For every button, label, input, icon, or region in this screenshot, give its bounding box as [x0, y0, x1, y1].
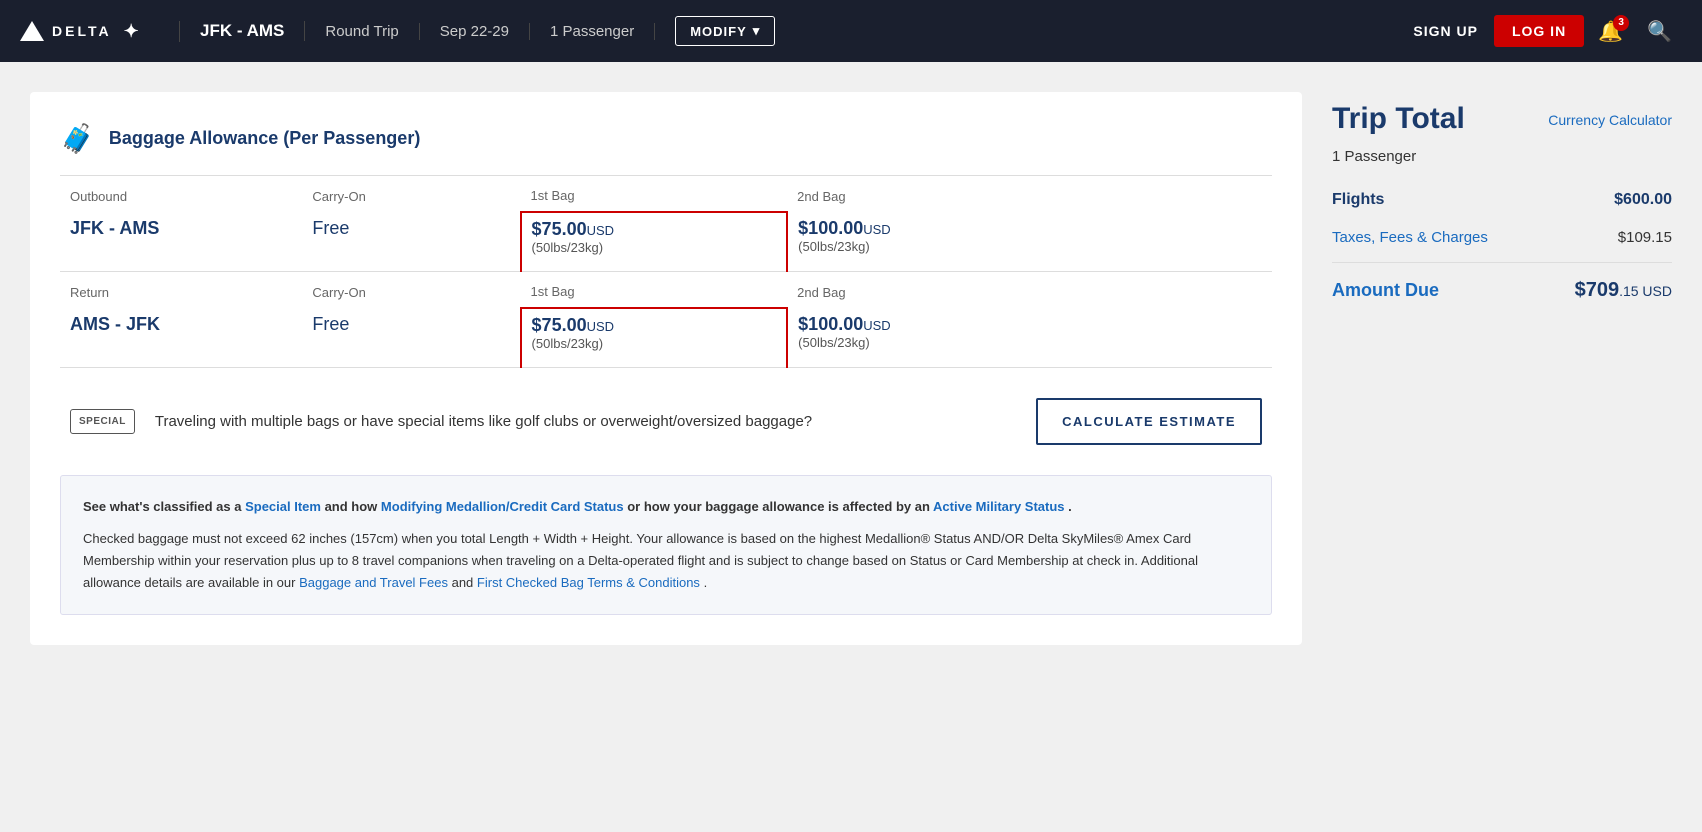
return-firstbag-label: 1st Bag: [521, 272, 788, 309]
header-trip-type: Round Trip: [305, 23, 419, 40]
info-disclaimer: Checked baggage must not exceed 62 inche…: [83, 528, 1249, 594]
calculate-estimate-button[interactable]: CALCULATE ESTIMATE: [1036, 398, 1262, 445]
return-firstbag-price: $75.00USD: [532, 315, 777, 336]
return-secondbag-weight: (50lbs/23kg): [798, 335, 1044, 350]
outbound-firstbag-price: $75.00USD: [532, 219, 777, 240]
return-secondbag-label: 2nd Bag: [787, 272, 1054, 309]
return-label: Return: [60, 272, 302, 309]
return-data-row: AMS - JFK Free $75.00USD (50lbs/23kg) $1…: [60, 308, 1272, 368]
medallion-link[interactable]: Modifying Medallion/Credit Card Status: [381, 499, 624, 514]
delta-logo: DELTA ✦: [20, 21, 180, 42]
delta-star-icon: ✦: [124, 21, 142, 42]
return-secondbag-cell: $100.00USD (50lbs/23kg): [787, 308, 1054, 368]
outbound-secondbag-label: 2nd Bag: [787, 176, 1054, 213]
delta-triangle-icon: [20, 21, 44, 41]
special-baggage-section: SPECIAL Traveling with multiple bags or …: [60, 368, 1272, 465]
modify-label: MODIFY: [690, 24, 747, 39]
info-first-paragraph: See what's classified as a Special Item …: [83, 496, 1249, 518]
outbound-secondbag-price: $100.00USD: [798, 218, 1044, 239]
outbound-secondbag-cell: $100.00USD (50lbs/23kg): [787, 212, 1054, 272]
header-passengers: 1 Passenger: [530, 23, 655, 40]
main-content: 🧳 Baggage Allowance (Per Passenger) Outb…: [0, 62, 1702, 675]
outbound-label: Outbound: [60, 176, 302, 213]
info-bold-start: See what's classified as a Special Item …: [83, 499, 1072, 514]
special-baggage-icon: SPECIAL: [70, 409, 135, 434]
info-box: See what's classified as a Special Item …: [60, 475, 1272, 615]
return-secondbag-price: $100.00USD: [798, 314, 1044, 335]
delta-logo-text: DELTA: [52, 23, 112, 39]
baggage-table: Outbound Carry-On 1st Bag 2nd Bag JFK - …: [60, 175, 1272, 368]
outbound-firstbag-weight: (50lbs/23kg): [532, 240, 777, 255]
trip-total-title: Trip Total: [1332, 102, 1465, 136]
baggage-fees-link[interactable]: Baggage and Travel Fees: [299, 575, 448, 590]
amount-due-value: $709.15 USD: [1575, 279, 1672, 302]
modify-chevron-icon: ▾: [753, 23, 761, 39]
return-header-row: Return Carry-On 1st Bag 2nd Bag: [60, 272, 1272, 309]
special-item-link[interactable]: Special Item: [245, 499, 321, 514]
taxes-line: Taxes, Fees & Charges $109.15: [1332, 219, 1672, 256]
return-firstbag-cell: $75.00USD (50lbs/23kg): [521, 308, 788, 368]
trip-divider: [1332, 262, 1672, 263]
signup-button[interactable]: SIGN UP: [1397, 23, 1494, 39]
military-link[interactable]: Active Military Status: [933, 499, 1065, 514]
baggage-header: 🧳 Baggage Allowance (Per Passenger): [60, 122, 1272, 155]
baggage-title: Baggage Allowance (Per Passenger): [109, 128, 420, 149]
header-dates: Sep 22-29: [420, 23, 530, 40]
search-button[interactable]: 🔍: [1637, 19, 1682, 44]
outbound-route: JFK - AMS: [70, 218, 159, 238]
notifications-button[interactable]: 🔔 3: [1584, 19, 1637, 44]
outbound-carryon-label: Carry-On: [302, 176, 520, 213]
outbound-secondbag-weight: (50lbs/23kg): [798, 239, 1044, 254]
taxes-label: Taxes, Fees & Charges: [1332, 229, 1488, 246]
trip-total-panel: Trip Total Currency Calculator 1 Passeng…: [1332, 92, 1672, 645]
baggage-panel: 🧳 Baggage Allowance (Per Passenger) Outb…: [30, 92, 1302, 645]
login-button[interactable]: LOG IN: [1494, 15, 1584, 47]
outbound-firstbag-label: 1st Bag: [521, 176, 788, 213]
special-baggage-text: Traveling with multiple bags or have spe…: [155, 413, 1016, 430]
outbound-header-row: Outbound Carry-On 1st Bag 2nd Bag: [60, 176, 1272, 213]
amount-due-label: Amount Due: [1332, 280, 1439, 301]
outbound-firstbag-cell: $75.00USD (50lbs/23kg): [521, 212, 788, 272]
notification-badge: 3: [1613, 15, 1629, 31]
return-carryon-value: Free: [312, 314, 349, 334]
main-header: DELTA ✦ JFK - AMS Round Trip Sep 22-29 1…: [0, 0, 1702, 62]
flights-label: Flights: [1332, 191, 1384, 209]
passenger-count: 1 Passenger: [1332, 148, 1672, 165]
amount-due-line: Amount Due $709.15 USD: [1332, 269, 1672, 312]
header-route: JFK - AMS: [180, 21, 305, 41]
outbound-data-row: JFK - AMS Free $75.00USD (50lbs/23kg) $1…: [60, 212, 1272, 272]
flights-line: Flights $600.00: [1332, 181, 1672, 219]
return-firstbag-weight: (50lbs/23kg): [532, 336, 777, 351]
modify-button[interactable]: MODIFY ▾: [675, 16, 775, 46]
first-bag-terms-link[interactable]: First Checked Bag Terms & Conditions: [477, 575, 700, 590]
search-icon: 🔍: [1647, 21, 1672, 43]
currency-calculator-link[interactable]: Currency Calculator: [1548, 112, 1672, 128]
taxes-amount: $109.15: [1618, 229, 1672, 246]
luggage-icon: 🧳: [60, 122, 95, 155]
outbound-carryon-value: Free: [312, 218, 349, 238]
return-carryon-label: Carry-On: [302, 272, 520, 309]
return-route: AMS - JFK: [70, 314, 160, 334]
flights-amount: $600.00: [1614, 191, 1672, 209]
